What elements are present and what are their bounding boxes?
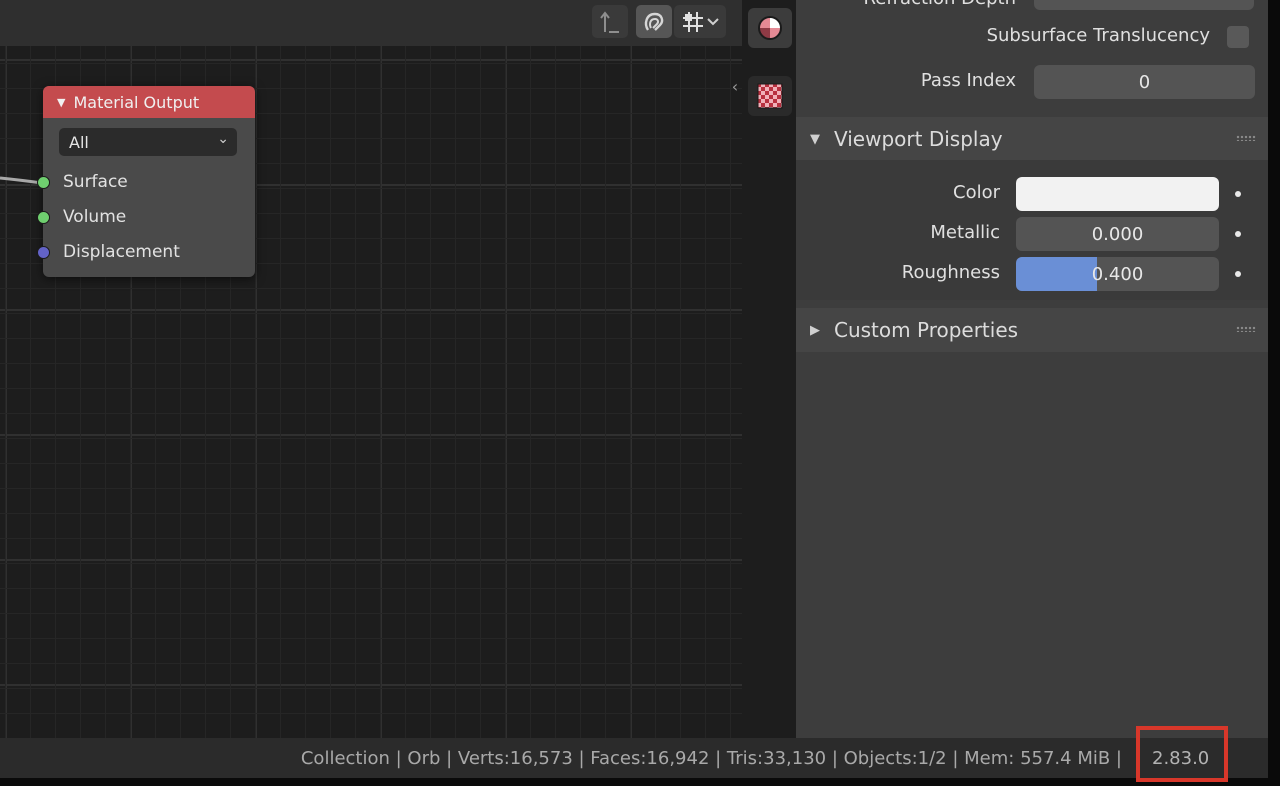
tab-material[interactable] [748,8,792,48]
drag-grip-icon[interactable] [1236,326,1256,332]
socket-label: Volume [63,207,127,227]
custom-properties-title: Custom Properties [834,318,1019,342]
pass-index-value: 0 [1138,71,1151,93]
node-editor-header [0,0,742,46]
magnet-icon [644,12,664,31]
surface-socket-dot[interactable] [37,176,50,189]
custom-properties-header[interactable]: ▶ Custom Properties [796,308,1268,352]
keyframe-dot-icon[interactable] [1235,191,1241,197]
metallic-value: 0.000 [1091,223,1144,245]
refraction-depth-field[interactable]: 0 m [1034,0,1254,10]
snap-mode-dropdown[interactable] [674,5,726,38]
node-title: Material Output [73,92,200,112]
roughness-label: Roughness [901,262,1000,283]
viewport-display-header[interactable]: ▼ Viewport Display [796,117,1268,161]
go-to-parent-button[interactable] [592,5,628,38]
target-dropdown[interactable]: All ⌄ [59,128,237,156]
chevron-down-icon [707,17,719,25]
expanded-triangle-icon: ▼ [810,131,820,147]
snap-toggle-button[interactable] [636,5,672,38]
viewport-color-swatch[interactable] [1016,177,1219,211]
drag-grip-icon[interactable] [1236,135,1256,141]
volume-socket-dot[interactable] [37,211,50,224]
pass-index-label: Pass Index [920,70,1016,91]
socket-displacement: Displacement [37,240,180,264]
snap-grid-icon [683,11,703,32]
checkerboard-texture-icon [757,83,783,109]
collapsed-triangle-icon: ▶ [810,322,820,338]
socket-surface: Surface [37,170,128,194]
tab-texture[interactable] [748,76,792,116]
viewport-display-body: Color Metallic 0.000 Roughness 0.400 [796,160,1268,300]
collapse-triangle-icon[interactable]: ▼ [57,96,65,109]
material-properties-panel: Refraction Depth 0 m Subsurface Transluc… [796,0,1268,738]
viewport-display-title: Viewport Display [834,127,1003,151]
roughness-slider-fill [1016,257,1098,291]
subsurface-translucency-checkbox[interactable] [1227,26,1249,48]
socket-label: Surface [63,172,128,192]
roughness-value: 0.400 [1091,263,1144,285]
socket-volume: Volume [37,205,127,229]
chevron-down-icon: ⌄ [217,131,229,147]
node-editor-canvas[interactable]: ‹ ▼ Material Output All ⌄ Surface Volume… [0,0,742,738]
version-highlight-box [1136,726,1228,782]
scene-statistics: Collection | Orb | Verts:16,573 | Faces:… [300,748,1122,769]
properties-tab-column [742,0,796,738]
target-dropdown-value: All [69,132,89,152]
color-label: Color [953,182,1000,203]
metallic-label: Metallic [930,222,1000,243]
pass-index-field[interactable]: 0 [1034,65,1255,99]
material-sphere-icon [758,16,782,40]
socket-label: Displacement [63,242,180,262]
refraction-depth-value: 0 m [1127,0,1162,4]
displacement-socket-dot[interactable] [37,246,50,259]
keyframe-dot-icon[interactable] [1235,271,1241,277]
material-output-node[interactable]: ▼ Material Output All ⌄ Surface Volume D… [37,86,255,277]
node-header[interactable]: ▼ Material Output [43,86,255,118]
roughness-slider[interactable]: 0.400 [1016,257,1219,291]
subsurface-translucency-label: Subsurface Translucency [986,25,1210,46]
keyframe-dot-icon[interactable] [1235,231,1241,237]
metallic-slider[interactable]: 0.000 [1016,217,1219,251]
refraction-depth-label: Refraction Depth [836,0,1016,9]
status-bar: Collection | Orb | Verts:16,573 | Faces:… [0,738,1268,778]
sidebar-toggle-chevron-icon[interactable]: ‹ [728,74,742,98]
arrow-up-icon [600,10,619,33]
